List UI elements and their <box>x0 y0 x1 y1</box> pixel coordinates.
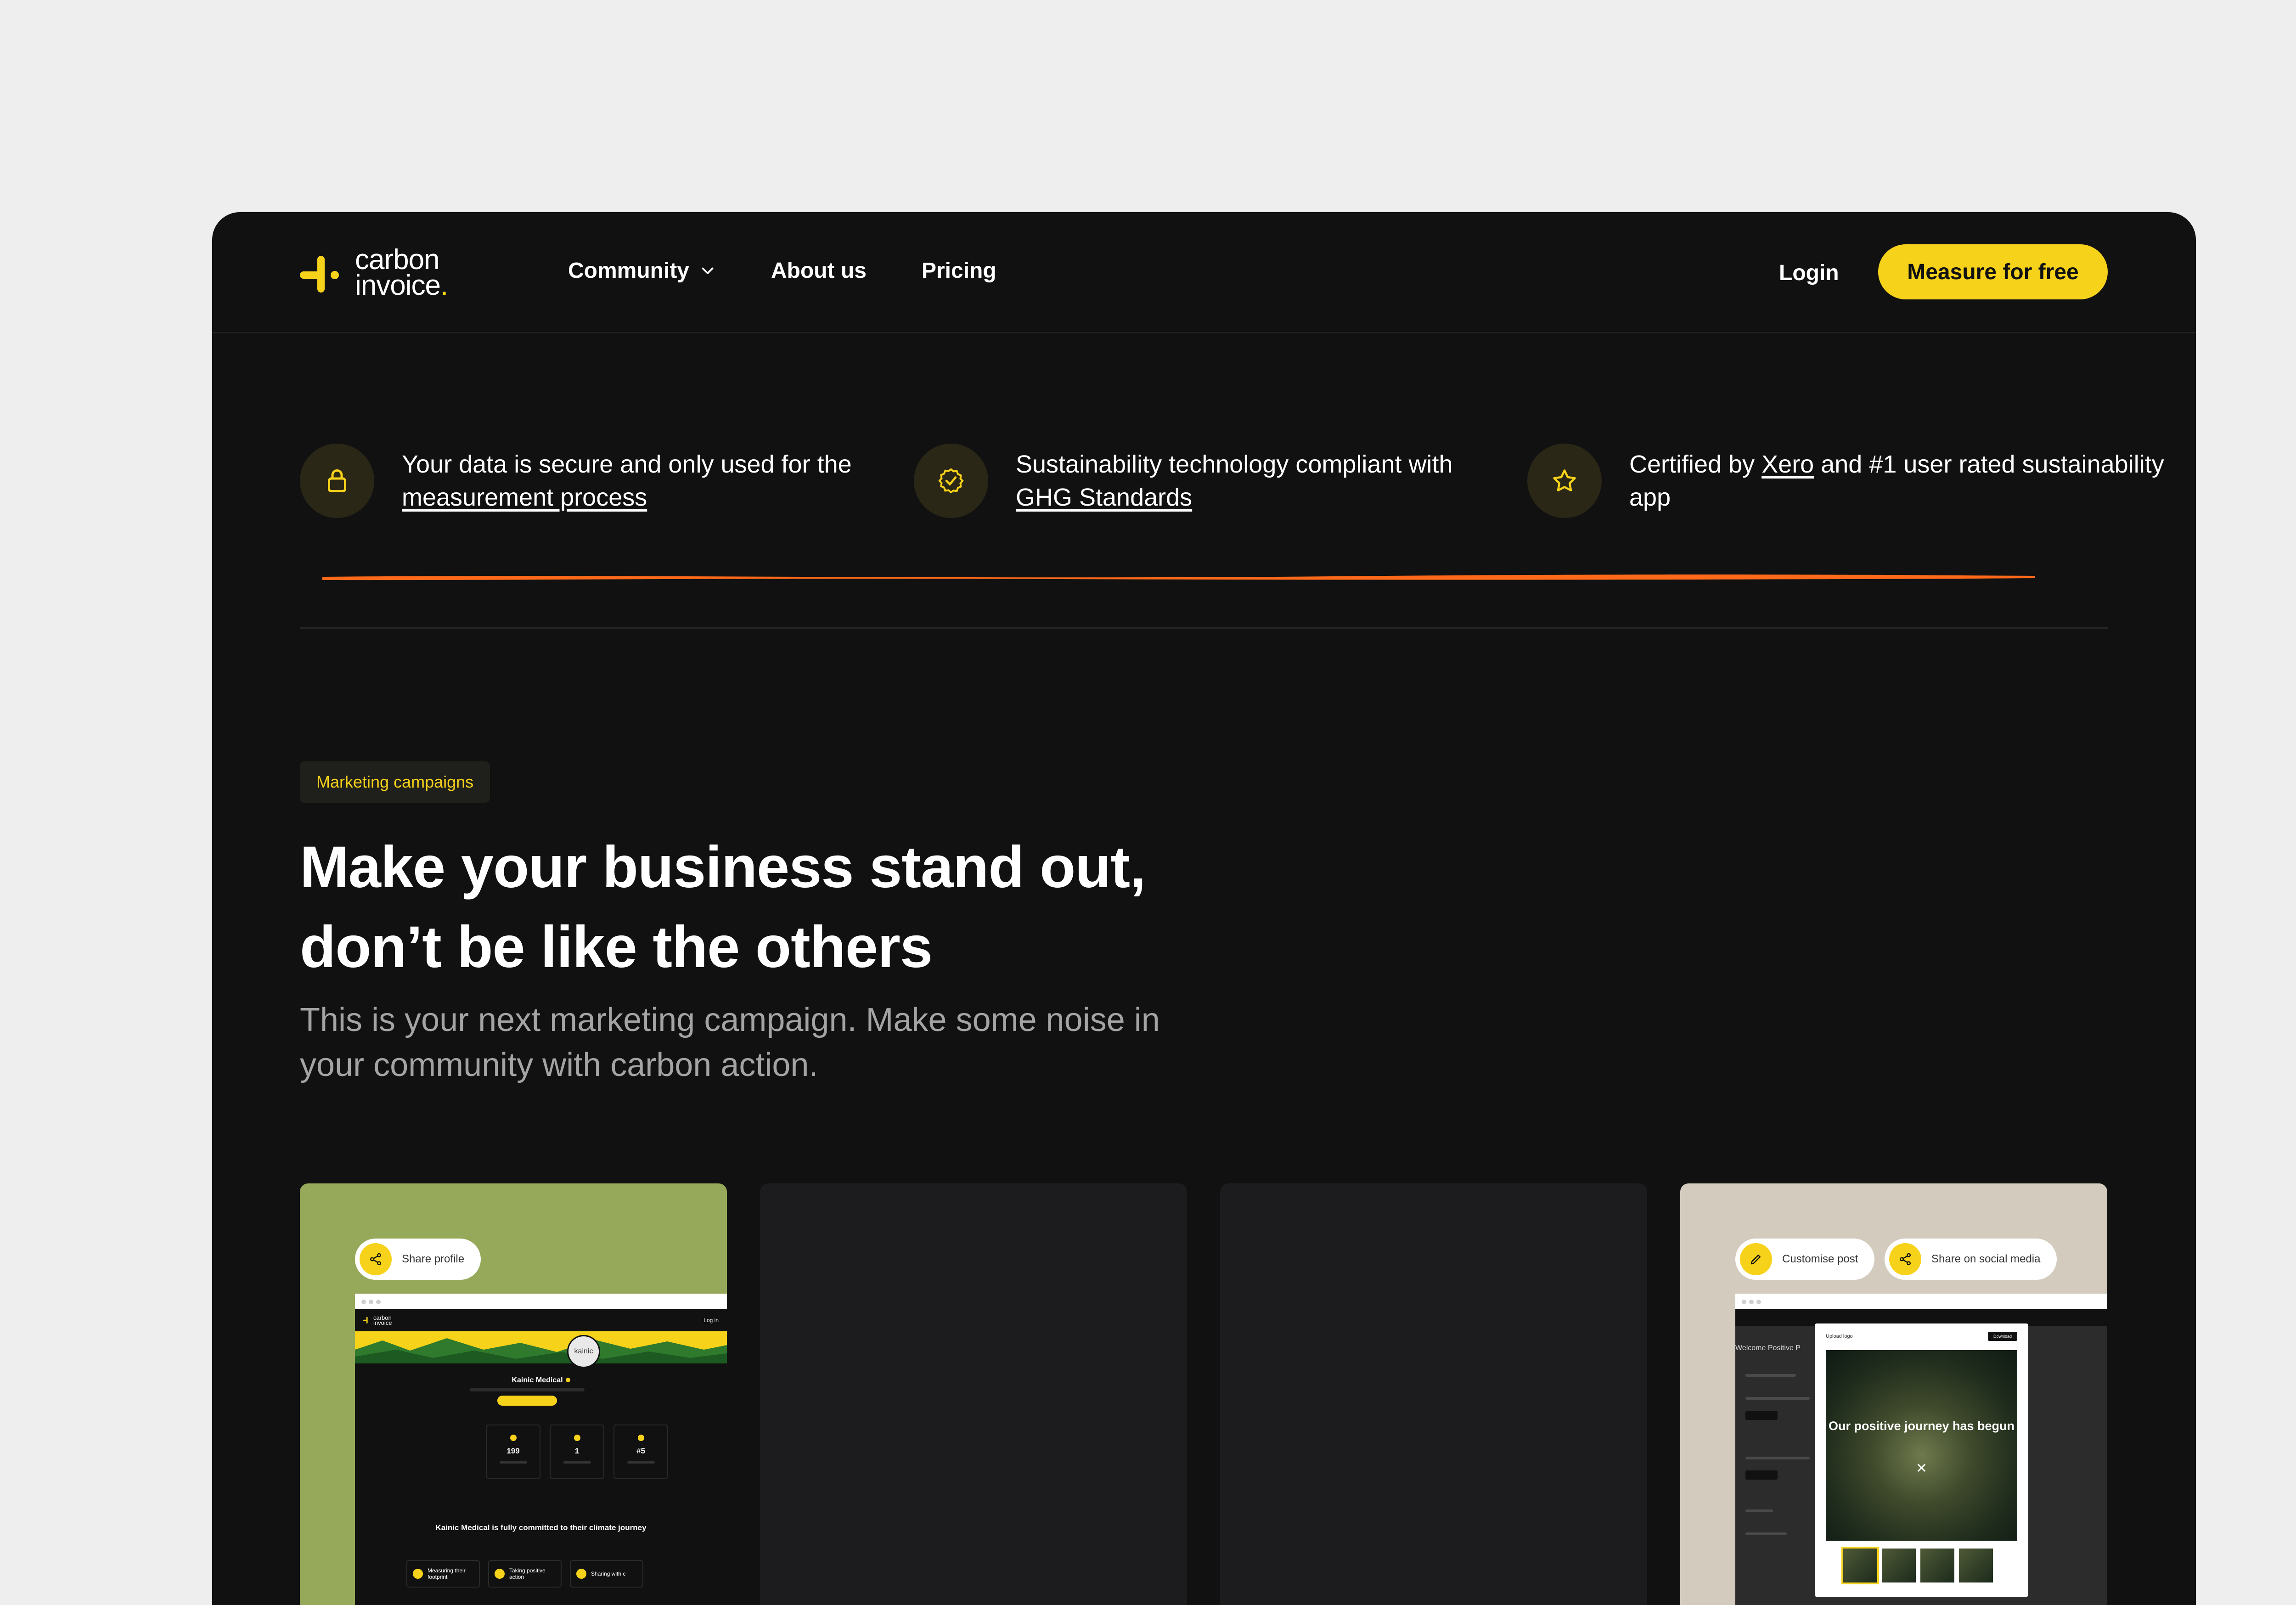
tree-photo: Our positive journey has begun ✕ <box>1826 1350 2017 1541</box>
trust-item-xero: Certified by Xero and #1 user rated sust… <box>1527 444 2196 518</box>
share-icon <box>360 1243 392 1275</box>
nav-community-label: Community <box>568 258 689 283</box>
share-social-label: Share on social media <box>1931 1253 2041 1265</box>
stat-card: 199 <box>486 1425 540 1479</box>
company-avatar: kainic <box>567 1335 600 1368</box>
nav-about-us[interactable]: About us <box>771 254 867 287</box>
stat-card: 1 <box>550 1425 604 1479</box>
xero-link[interactable]: Xero <box>1761 451 1814 478</box>
profile-browser-mockup: carbon invoice Log in kainic Kainic Medic… <box>355 1294 727 1605</box>
social-browser-mockup: Welcome Positive P Upload logo Download … <box>1735 1294 2107 1605</box>
journey-step: Taking positive action <box>488 1560 562 1588</box>
download-button[interactable]: Download <box>1988 1332 2017 1341</box>
nav-community[interactable]: Community <box>568 254 716 287</box>
verified-badge-icon <box>914 444 988 518</box>
trust-text-xero: Certified by Xero and #1 user rated sust… <box>1629 451 2164 511</box>
customise-post-chip[interactable]: Customise post <box>1735 1239 1875 1280</box>
login-link[interactable]: Login <box>1779 260 1839 286</box>
stat-card: #5 <box>613 1425 668 1479</box>
placeholder-button <box>1745 1411 1778 1420</box>
company-subtitle-placeholder <box>470 1388 585 1391</box>
mini-logo-plus-icon <box>363 1317 368 1323</box>
journey-step: Measuring their footprint <box>406 1560 480 1588</box>
placeholder-line <box>1745 1457 1810 1459</box>
section-divider <box>300 627 2108 629</box>
nav-links: Community About us Pricing <box>568 254 996 287</box>
close-cross-icon: ✕ <box>1915 1461 1928 1476</box>
journey-step: Sharing with c <box>570 1560 643 1588</box>
placeholder-line <box>1745 1532 1787 1535</box>
mini-logo: carbon invoice <box>363 1315 392 1326</box>
top-navigation: carbon invoice. Community About us Prici… <box>212 212 2196 333</box>
share-icon <box>1889 1243 1921 1275</box>
share-social-chip[interactable]: Share on social media <box>1885 1239 2057 1280</box>
customise-post-label: Customise post <box>1782 1253 1858 1265</box>
share-profile-chip[interactable]: Share profile <box>355 1239 481 1280</box>
welcome-text: Welcome Positive P <box>1735 1344 1801 1352</box>
commitment-text: Kainic Medical is fully committed to the… <box>435 1523 647 1532</box>
carbon-invoice-logo[interactable]: carbon invoice. <box>300 244 474 301</box>
thumbnail-strip <box>1841 1547 1993 1584</box>
app-window: carbon invoice. Community About us Prici… <box>212 212 2196 1605</box>
company-name: Kainic Medical <box>355 1376 727 1385</box>
lock-icon <box>300 444 374 518</box>
thumbnail[interactable] <box>1920 1549 1954 1582</box>
placeholder-line <box>1745 1397 1810 1400</box>
measure-for-free-button[interactable]: Measure for free <box>1878 244 2108 299</box>
placeholder-line <box>1745 1374 1796 1377</box>
trust-item-secure: Your data is secure and only used for th… <box>300 444 852 518</box>
thumbnail[interactable] <box>1959 1549 1993 1582</box>
measurement-process-link[interactable]: measurement process <box>402 484 647 511</box>
nav-pricing[interactable]: Pricing <box>922 254 996 287</box>
thumbnail[interactable] <box>1882 1549 1916 1582</box>
ghg-standards-link[interactable]: GHG Standards <box>1016 484 1192 511</box>
mountains-illustration <box>355 1338 727 1363</box>
mini-nav: carbon invoice Log in <box>355 1309 727 1331</box>
browser-top-bar <box>355 1294 727 1309</box>
hero-headline: Make your business stand out, don’t be l… <box>300 834 1146 980</box>
marketing-campaigns-tag: Marketing campaigns <box>300 761 490 803</box>
post-preview-modal: Upload logo Download Our positive journe… <box>1815 1323 2028 1597</box>
trust-text-ghg: Sustainability technology compliant with… <box>1016 451 1453 511</box>
post-headline: Our positive journey has begun <box>1828 1419 2015 1433</box>
trust-item-ghg: Sustainability technology compliant with… <box>914 444 1453 518</box>
profile-banner <box>355 1331 727 1363</box>
feature-card-placeholder <box>760 1183 1187 1605</box>
chevron-down-icon <box>702 267 714 274</box>
logo-wordmark: carbon invoice. <box>355 244 448 301</box>
modal-title: Upload logo <box>1826 1334 1853 1339</box>
journey-steps: Measuring their footprint Taking positiv… <box>406 1560 643 1588</box>
mini-login: Log in <box>703 1317 719 1323</box>
trust-text-secure: Your data is secure and only used for th… <box>402 451 852 511</box>
hero-subline: This is your next marketing campaign. Ma… <box>300 1002 1160 1083</box>
orange-brush-stroke <box>322 574 2035 580</box>
social-post-card: Customise post Share on social media Wel… <box>1680 1183 2107 1605</box>
certificate-pill <box>497 1396 557 1406</box>
feature-card-placeholder <box>1220 1183 1647 1605</box>
share-profile-label: Share profile <box>402 1253 465 1265</box>
logo-plus-icon <box>300 256 339 293</box>
profile-stats: 199 1 #5 <box>486 1425 668 1479</box>
placeholder-line <box>1745 1509 1773 1512</box>
browser-top-bar <box>1735 1294 2107 1309</box>
placeholder-button <box>1745 1470 1778 1480</box>
star-icon <box>1527 444 1602 518</box>
pencil-icon <box>1740 1243 1772 1275</box>
thumbnail-selected[interactable] <box>1841 1547 1879 1584</box>
share-profile-card: Share profile carbon invoice Log in kaini… <box>300 1183 727 1605</box>
